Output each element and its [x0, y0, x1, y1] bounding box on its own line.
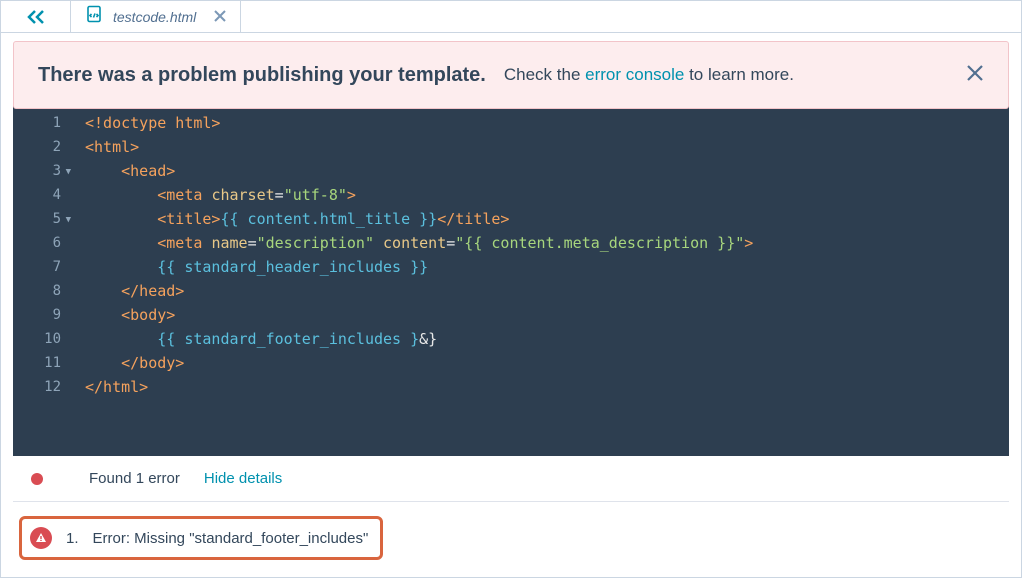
code-editor[interactable]: 1 2 3▼ 4 5▼ 6 7 8 9 10 11 12 <!doctype h… [13, 106, 1009, 456]
hide-details-link[interactable]: Hide details [204, 470, 282, 487]
collapse-sidebar-button[interactable] [1, 1, 71, 32]
alert-message: Check the error console to learn more. [504, 65, 794, 85]
error-number: 1. [66, 530, 79, 547]
error-dot-icon [31, 473, 43, 485]
fold-marker-icon[interactable]: ▼ [66, 160, 71, 184]
alert-title: There was a problem publishing your temp… [38, 64, 486, 87]
alert-close-button[interactable] [966, 62, 984, 88]
close-tab-button[interactable] [214, 9, 226, 25]
error-console-link[interactable]: error console [585, 65, 684, 84]
tab-filename: testcode.html [113, 9, 196, 25]
line-gutter: 1 2 3▼ 4 5▼ 6 7 8 9 10 11 12 [13, 106, 67, 456]
close-icon [214, 10, 226, 22]
error-summary-bar: Found 1 error Hide details [13, 456, 1009, 502]
error-detail-row[interactable]: 1. Error: Missing "standard_footer_inclu… [19, 516, 383, 560]
double-chevron-left-icon [26, 10, 46, 24]
error-alert-banner: There was a problem publishing your temp… [13, 41, 1009, 109]
file-icon [85, 5, 103, 28]
error-message: Error: Missing "standard_footer_includes… [93, 530, 369, 547]
close-icon [966, 64, 984, 82]
file-tab[interactable]: testcode.html [71, 1, 241, 32]
alert-icon [35, 532, 47, 544]
error-count-text: Found 1 error [89, 470, 180, 487]
fold-marker-icon[interactable]: ▼ [66, 208, 71, 232]
code-content[interactable]: <!doctype html> <html> <head> <meta char… [67, 106, 753, 456]
error-badge-icon [30, 527, 52, 549]
tab-bar: testcode.html [1, 1, 1021, 33]
